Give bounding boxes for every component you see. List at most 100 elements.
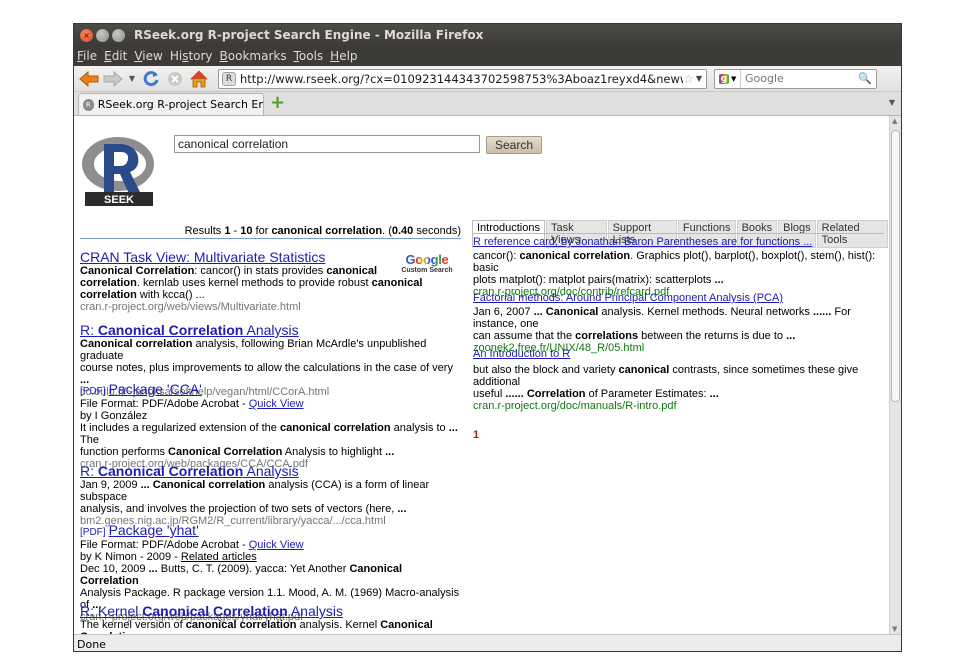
- page-content: SEEK Search Results 1 - 10 for canonical…: [74, 116, 889, 634]
- search-result: [PDF] Package 'CCA' File Format: PDF/Adob…: [80, 381, 460, 470]
- minimize-window-button[interactable]: [96, 28, 109, 42]
- stop-icon: [168, 71, 182, 86]
- result-format: File Format: PDF/Adobe Acrobat - Quick V…: [80, 539, 460, 551]
- logo-seek-text: SEEK: [104, 194, 134, 206]
- forward-button[interactable]: [102, 68, 124, 90]
- menu-help[interactable]: Help: [330, 49, 357, 63]
- related-articles-link[interactable]: Related articles: [181, 551, 257, 563]
- refinement-result-snippet: but also the block and variety canonical…: [473, 364, 859, 400]
- menu-history[interactable]: History: [170, 49, 213, 63]
- menu-bookmarks[interactable]: Bookmarks: [220, 49, 287, 63]
- search-button[interactable]: Search: [486, 136, 543, 154]
- format-label: File Format: PDF/Adobe Acrobat -: [80, 539, 249, 551]
- refinement-result-snippet: cancor(): canonical correlation. Graphic…: [473, 250, 876, 286]
- history-dropdown-button[interactable]: ▼: [126, 68, 138, 90]
- result-title-link[interactable]: CRAN Task View: Multivariate Statistics: [80, 249, 460, 265]
- home-button[interactable]: [188, 68, 210, 90]
- title-bar: × RSeek.org R-project Search Engine - Mo…: [74, 24, 901, 46]
- result-snippet: Canonical correlation analysis, followin…: [80, 338, 453, 386]
- maximize-window-button[interactable]: [112, 28, 125, 42]
- result-title-link[interactable]: R: Canonical Correlation Analysis: [80, 463, 460, 479]
- menu-file[interactable]: File: [77, 49, 97, 63]
- bookmark-star-icon[interactable]: ☆: [683, 72, 694, 86]
- stop-button[interactable]: [164, 68, 186, 90]
- quick-view-link[interactable]: Quick View: [249, 398, 304, 410]
- window-title: RSeek.org R-project Search Engine - Mozi…: [134, 28, 484, 42]
- close-window-button[interactable]: ×: [80, 28, 93, 42]
- url-dropdown-icon[interactable]: ▼: [696, 74, 702, 83]
- menu-tools[interactable]: Tools: [294, 49, 324, 63]
- tab-list-arrow-icon[interactable]: ▼: [889, 98, 895, 107]
- result-title-link[interactable]: Package 'yhat': [109, 522, 199, 538]
- refinement-result-url: cran.r-project.org/doc/manuals/R-intro.p…: [473, 400, 677, 412]
- search-result: R: Kernel Canonical Correlation Analysis…: [80, 603, 460, 634]
- refinement-tabs-divider: [472, 233, 884, 234]
- refinement-result-title-link[interactable]: R reference card, by Jonathan Baron Pare…: [473, 236, 883, 248]
- search-result: R: Canonical Correlation Analysis Jan 9,…: [80, 463, 460, 527]
- result-format: File Format: PDF/Adobe Acrobat - Quick V…: [80, 398, 460, 410]
- refinement-result: Factorial methods: Around Principal Comp…: [473, 292, 883, 354]
- result-snippet: The kernel version of canonical correlat…: [80, 619, 433, 634]
- refinement-result: R reference card, by Jonathan Baron Pare…: [473, 236, 883, 298]
- google-logo-icon: g: [718, 73, 730, 84]
- browser-window: × RSeek.org R-project Search Engine - Mo…: [73, 23, 902, 652]
- result-snippet: It includes a regularized extension of t…: [80, 422, 458, 458]
- scrollbar-thumb[interactable]: [891, 130, 900, 402]
- results-divider: [80, 238, 461, 239]
- result-title-link[interactable]: R: Canonical Correlation Analysis: [80, 322, 460, 338]
- refinement-result-title-link[interactable]: An Introduction to R: [473, 348, 883, 360]
- tab-label: RSeek.org R-project Search Eng...: [97, 98, 263, 111]
- home-icon: [190, 69, 208, 87]
- search-engine-box[interactable]: g▼ 🔍: [714, 68, 877, 89]
- byline-text: by K Nimon - 2009 -: [80, 551, 181, 563]
- navigation-toolbar: ▼ R http://www.rseek.org/?cx=01092314434…: [74, 66, 901, 92]
- results-summary: Results 1 - 10 for canonical correlation…: [74, 225, 461, 237]
- result-title-link[interactable]: Package 'CCA': [109, 381, 202, 397]
- refinement-result: An Introduction to R but also the block …: [473, 348, 883, 412]
- status-text: Done: [77, 637, 106, 651]
- search-engine-input[interactable]: [745, 72, 859, 85]
- tab-bar: R RSeek.org R-project Search Eng... + ▼: [74, 92, 901, 116]
- results-time-suffix: seconds): [413, 225, 461, 237]
- result-snippet: Canonical Correlation: cancor() in stats…: [80, 265, 423, 301]
- results-term: canonical correlation: [271, 225, 383, 237]
- url-text[interactable]: http://www.rseek.org/?cx=010923144343702…: [240, 72, 683, 86]
- url-bar[interactable]: R http://www.rseek.org/?cx=0109231443437…: [218, 68, 707, 89]
- reload-button[interactable]: [140, 68, 162, 90]
- new-tab-plus-icon[interactable]: +: [270, 92, 285, 113]
- result-byline: by I González: [80, 410, 148, 422]
- status-bar: Done: [74, 634, 901, 651]
- tab-favicon-icon: R: [83, 98, 94, 111]
- pdf-tag: [PDF]: [80, 527, 106, 538]
- results-for: for: [252, 225, 272, 237]
- format-label: File Format: PDF/Adobe Acrobat -: [80, 398, 249, 410]
- menu-edit[interactable]: Edit: [104, 49, 127, 63]
- back-button[interactable]: [78, 68, 100, 90]
- quick-view-link[interactable]: Quick View: [249, 539, 304, 551]
- forward-arrow-icon: [103, 70, 123, 87]
- menu-view[interactable]: View: [134, 49, 162, 63]
- results-prefix: Results: [184, 225, 225, 237]
- search-query-input[interactable]: [174, 135, 480, 153]
- scroll-down-arrow-icon[interactable]: ▼: [892, 625, 897, 633]
- reload-icon: [143, 70, 159, 86]
- search-magnifier-icon[interactable]: 🔍: [858, 72, 872, 85]
- pdf-tag: [PDF]: [80, 386, 106, 397]
- result-url: cran.r-project.org/web/views/Multivariat…: [80, 301, 301, 313]
- result-title-link[interactable]: R: Kernel Canonical Correlation Analysis: [80, 603, 460, 619]
- search-result: CRAN Task View: Multivariate Statistics …: [80, 249, 460, 313]
- search-engine-selector[interactable]: g ▼: [715, 69, 741, 88]
- results-time: 0.40: [391, 225, 414, 237]
- refinement-result-title-link[interactable]: Factorial methods: Around Principal Comp…: [473, 292, 883, 304]
- vertical-scrollbar[interactable]: ▲ ▼: [889, 116, 901, 634]
- refinement-result-snippet: Jan 6, 2007 ... Canonical analysis. Kern…: [473, 306, 851, 342]
- result-snippet: Jan 9, 2009 ... Canonical correlation an…: [80, 479, 430, 515]
- results-time-prefix: . (: [382, 225, 392, 237]
- results-to: 10: [240, 225, 253, 237]
- scroll-up-arrow-icon[interactable]: ▲: [892, 117, 897, 125]
- refinement-page-number[interactable]: 1: [473, 429, 479, 441]
- browser-tab[interactable]: R RSeek.org R-project Search Eng...: [78, 93, 264, 115]
- back-arrow-icon: [79, 70, 99, 87]
- results-sep: -: [230, 225, 241, 237]
- site-favicon-icon: R: [222, 71, 236, 86]
